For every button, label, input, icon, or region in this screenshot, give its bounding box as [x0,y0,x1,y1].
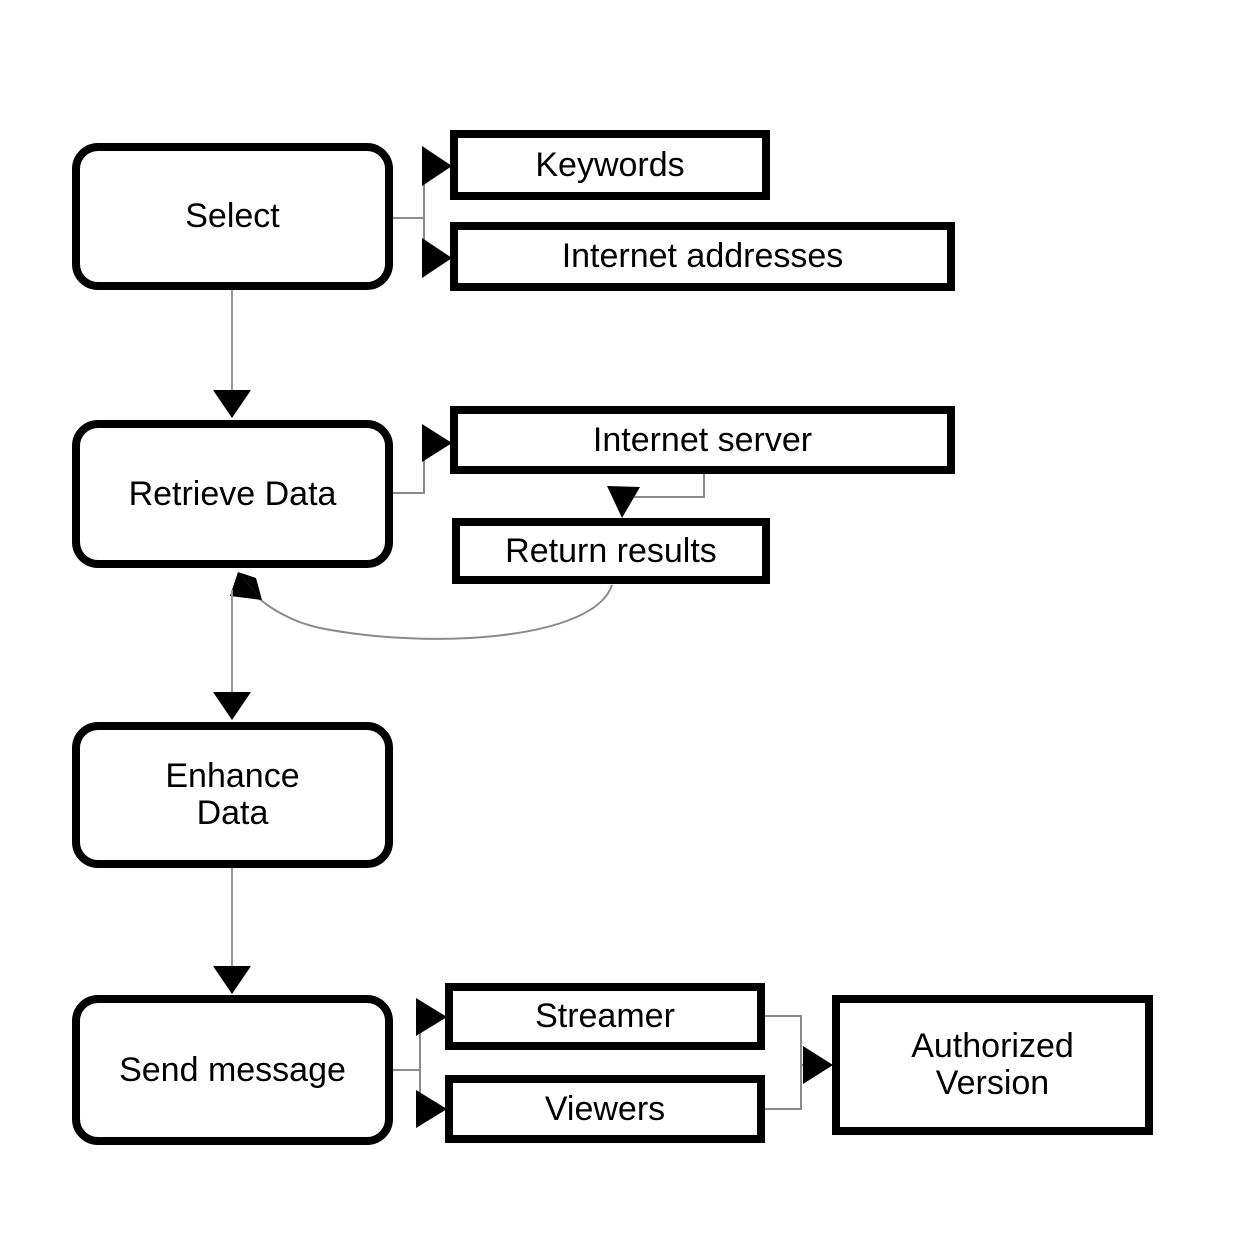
node-streamer[interactable]: Streamer [445,983,765,1050]
node-enhance-data-label-line2: Data [196,794,269,832]
node-authorized-version-label-line1: Authorized [911,1027,1074,1066]
node-select-label: Select [185,197,280,236]
node-viewers[interactable]: Viewers [445,1075,765,1143]
node-viewers-label: Viewers [544,1089,666,1128]
node-enhance-data-label: Enhance Data [80,758,385,831]
node-send-message-label: Send message [119,1050,346,1089]
node-enhance-data[interactable]: Enhance Data [72,722,393,868]
edge-audience-to-authorized-version [765,1015,833,1110]
node-internet-server-label: Internet server [592,420,813,459]
edge-enhance-data-to-send-message [213,868,251,994]
flowchart-canvas: Select Keywords Internet addresses Retri… [0,0,1240,1248]
edge-internet-server-to-return-results [607,473,705,518]
node-authorized-version-label: Authorized Version [840,1028,1145,1101]
node-retrieve-data-label: Retrieve Data [128,474,337,513]
node-internet-server[interactable]: Internet server [450,406,955,474]
edge-select-to-retrieve-data [213,290,251,418]
edge-retrieve-data-to-internet-server [393,424,452,494]
edge-select-to-options [393,146,452,278]
node-send-message[interactable]: Send message [72,995,393,1145]
node-authorized-version[interactable]: Authorized Version [832,995,1153,1135]
node-return-results[interactable]: Return results [452,518,770,584]
node-keywords-label: Keywords [535,145,685,184]
node-retrieve-data[interactable]: Retrieve Data [72,420,393,568]
node-authorized-version-label-line2: Version [935,1064,1050,1102]
node-streamer-label: Streamer [535,997,675,1036]
edge-retrieve-data-to-enhance-data [213,590,251,720]
node-internet-addresses-label: Internet addresses [561,237,844,276]
edge-send-message-to-audience [393,998,447,1128]
node-keywords[interactable]: Keywords [450,130,770,200]
node-enhance-data-label-line1: Enhance [165,757,300,796]
node-internet-addresses[interactable]: Internet addresses [450,222,955,291]
node-return-results-label: Return results [505,531,717,570]
node-select[interactable]: Select [72,143,393,290]
